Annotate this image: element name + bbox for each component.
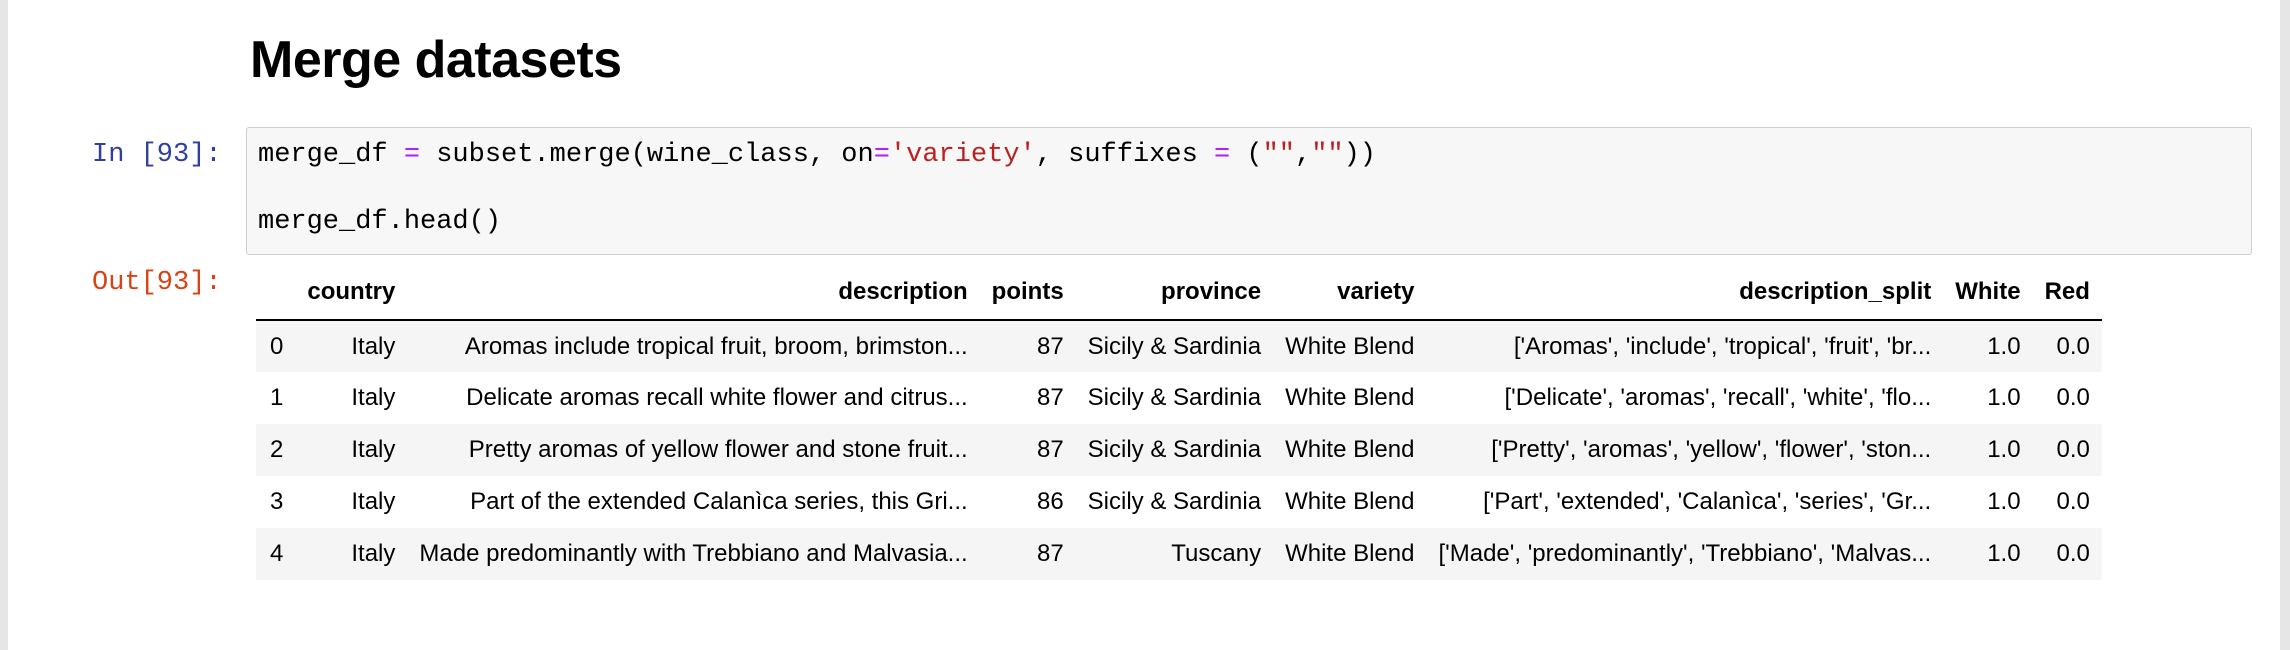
- column-header-variety: variety: [1273, 264, 1427, 321]
- column-header-red: Red: [2032, 264, 2102, 321]
- code-cell-editor[interactable]: merge_df = subset.merge(wine_class, on='…: [246, 127, 2252, 255]
- code-token: "": [1262, 140, 1295, 170]
- row-index: 2: [256, 424, 296, 476]
- table-cell: Italy: [295, 320, 408, 372]
- code-token: =: [873, 140, 890, 170]
- code-token: "": [1311, 140, 1344, 170]
- table-cell: 86: [979, 476, 1076, 528]
- table-cell: 1.0: [1943, 424, 2033, 476]
- table-cell: ['Part', 'extended', 'Calanìca', 'series…: [1426, 476, 1944, 528]
- table-cell: 1.0: [1943, 476, 2033, 528]
- table-cell: Sicily & Sardinia: [1075, 424, 1274, 476]
- code-line-1: merge_df = subset.merge(wine_class, on='…: [258, 140, 1376, 170]
- table-cell: Made predominantly with Trebbiano and Ma…: [407, 528, 980, 580]
- table-cell: White Blend: [1273, 320, 1427, 372]
- output-prompt: Out[93]:: [92, 268, 222, 298]
- table-cell: 0.0: [2032, 424, 2102, 476]
- column-header-description: description: [407, 264, 980, 321]
- table-cell: 87: [979, 424, 1076, 476]
- row-index: 0: [256, 320, 296, 372]
- code-token: subset.merge(wine_class, on: [420, 140, 874, 170]
- row-index: 4: [256, 528, 296, 580]
- table-row: 0 Italy Aromas include tropical fruit, bro…: [256, 320, 2102, 372]
- table-cell: Italy: [295, 372, 408, 424]
- input-prompt: In [93]:: [92, 140, 222, 170]
- table-cell: Pretty aromas of yellow flower and stone…: [407, 424, 980, 476]
- table-cell: Aromas include tropical fruit, broom, br…: [407, 320, 980, 372]
- code-line-2: merge_df.head(): [258, 207, 502, 237]
- code-token: , suffixes: [1035, 140, 1214, 170]
- index-header: [256, 264, 296, 321]
- column-header-description-split: description_split: [1426, 264, 1944, 321]
- table-cell: 1.0: [1943, 528, 2033, 580]
- table-cell: ['Delicate', 'aromas', 'recall', 'white'…: [1426, 372, 1944, 424]
- code-token: (: [1230, 140, 1263, 170]
- table-cell: White Blend: [1273, 424, 1427, 476]
- table-cell: Sicily & Sardinia: [1075, 320, 1274, 372]
- table-cell: 0.0: [2032, 528, 2102, 580]
- table-body: 0 Italy Aromas include tropical fruit, bro…: [256, 320, 2102, 580]
- table-cell: 1.0: [1943, 320, 2033, 372]
- table-row: 2 Italy Pretty aromas of yellow flower and…: [256, 424, 2102, 476]
- table-cell: ['Pretty', 'aromas', 'yellow', 'flower',…: [1426, 424, 1944, 476]
- table-row: 3 Italy Part of the extended Calanìca seri…: [256, 476, 2102, 528]
- table-cell: Part of the extended Calanìca series, th…: [407, 476, 980, 528]
- notebook-page: Merge datasets In [93]: merge_df = subse…: [0, 0, 2290, 650]
- table-cell: Sicily & Sardinia: [1075, 372, 1274, 424]
- section-heading: Merge datasets: [250, 31, 622, 89]
- table-cell: Tuscany: [1075, 528, 1274, 580]
- row-index: 1: [256, 372, 296, 424]
- table-cell: 0.0: [2032, 372, 2102, 424]
- table-cell: ['Made', 'predominantly', 'Trebbiano', '…: [1426, 528, 1944, 580]
- table-cell: 1.0: [1943, 372, 2033, 424]
- table-cell: ['Aromas', 'include', 'tropical', 'fruit…: [1426, 320, 1944, 372]
- table-cell: 0.0: [2032, 476, 2102, 528]
- code-token: ,: [1295, 140, 1312, 170]
- dataframe-output-table: country description points province variety d…: [256, 264, 2102, 580]
- table-cell: 87: [979, 528, 1076, 580]
- row-index: 3: [256, 476, 296, 528]
- code-token: 'variety': [889, 140, 1036, 170]
- column-header-white: White: [1943, 264, 2033, 321]
- table-cell: White Blend: [1273, 528, 1427, 580]
- column-header-points: points: [979, 264, 1076, 321]
- table-cell: 0.0: [2032, 320, 2102, 372]
- table-header-row: country description points province variety d…: [256, 264, 2102, 321]
- column-header-country: country: [295, 264, 408, 321]
- table-cell: White Blend: [1273, 372, 1427, 424]
- table-cell: Italy: [295, 528, 408, 580]
- table-cell: Italy: [295, 424, 408, 476]
- code-token: =: [403, 140, 421, 170]
- table-cell: White Blend: [1273, 476, 1427, 528]
- table-row: 1 Italy Delicate aromas recall white flowe…: [256, 372, 2102, 424]
- code-token: =: [1213, 140, 1231, 170]
- table-cell: Sicily & Sardinia: [1075, 476, 1274, 528]
- table-cell: 87: [979, 372, 1076, 424]
- code-token: merge_df: [258, 140, 404, 170]
- code-token: )): [1343, 140, 1377, 170]
- table-cell: 87: [979, 320, 1076, 372]
- column-header-province: province: [1075, 264, 1274, 321]
- table-cell: Delicate aromas recall white flower and …: [407, 372, 980, 424]
- table-row: 4 Italy Made predominantly with Trebbiano …: [256, 528, 2102, 580]
- table-cell: Italy: [295, 476, 408, 528]
